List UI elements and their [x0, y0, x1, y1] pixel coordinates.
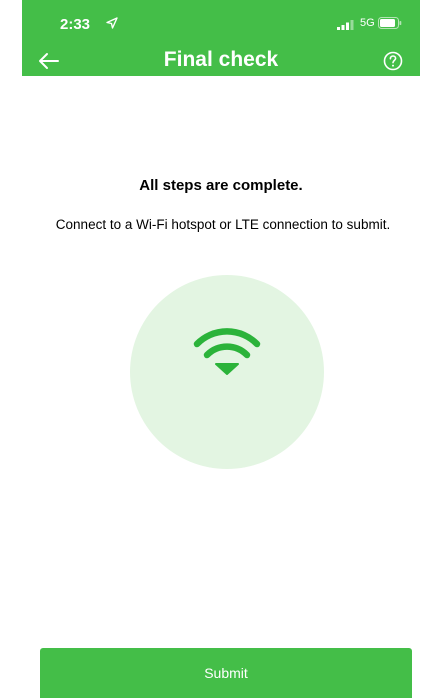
- status-time: 2:33: [60, 16, 91, 33]
- help-icon[interactable]: [382, 50, 404, 72]
- completion-headline: All steps are complete.: [139, 177, 303, 194]
- battery-icon: [378, 17, 402, 29]
- network-type-label: 5G: [360, 17, 375, 29]
- status-bar: 2:33 5G: [22, 0, 420, 46]
- submit-button[interactable]: Submit: [40, 648, 412, 698]
- connection-message: Connect to a Wi-Fi hotspot or LTE connec…: [55, 217, 391, 232]
- wifi-icon: [193, 328, 261, 375]
- main-content: All steps are complete. Connect to a Wi-…: [22, 76, 420, 636]
- location-arrow-icon: [106, 17, 118, 29]
- header-bar: Final check: [22, 46, 420, 76]
- final-check-screen: 2:33 5G Final check All steps are comple: [0, 0, 431, 698]
- signal-bars-icon: [337, 20, 354, 30]
- page-title: Final check: [163, 48, 279, 71]
- wifi-status-circle: [130, 275, 324, 469]
